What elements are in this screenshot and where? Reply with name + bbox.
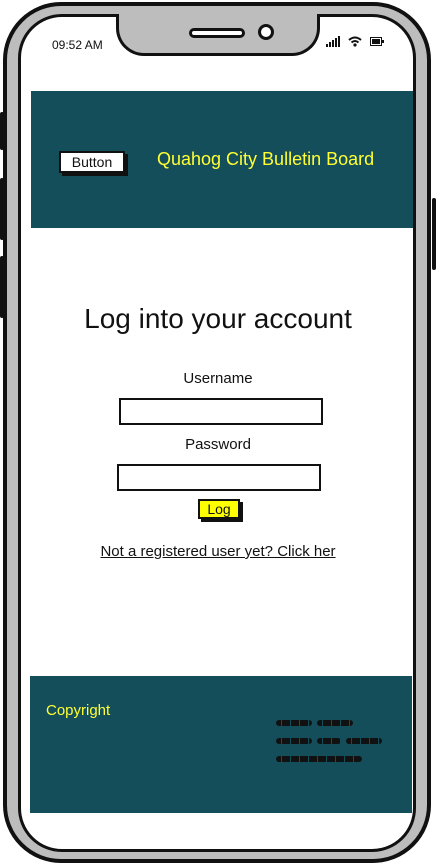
footer-scribble-text [317, 738, 341, 744]
username-label: Username [183, 370, 253, 387]
register-link[interactable]: Not a registered user yet? Click her [0, 543, 436, 560]
footer-scribble-text [276, 738, 312, 744]
password-field[interactable] [117, 464, 321, 491]
camera-icon [258, 24, 274, 40]
page-title: Quahog City Bulletin Board [157, 149, 375, 169]
phone-volume-up-button [0, 178, 4, 240]
battery-icon [370, 37, 384, 46]
header-button[interactable]: Button [59, 151, 125, 173]
copyright-text: Copyright [46, 702, 111, 719]
status-time: 09:52 AM [52, 38, 103, 52]
login-heading: Log into your account [84, 303, 352, 334]
footer-scribble-text [276, 756, 362, 762]
status-icons [326, 36, 384, 47]
footer-scribble-text [346, 738, 382, 744]
footer-scribble-text [317, 720, 353, 726]
phone-side-button [0, 112, 4, 150]
wifi-icon [348, 36, 362, 47]
log-button[interactable]: Log [198, 499, 240, 519]
phone-power-button [432, 198, 436, 270]
footer-scribble-text [276, 720, 312, 726]
footer-bar [30, 676, 412, 813]
speaker-icon [189, 28, 245, 38]
username-field[interactable] [119, 398, 323, 425]
signal-icon [326, 36, 340, 47]
password-label: Password [185, 436, 251, 453]
